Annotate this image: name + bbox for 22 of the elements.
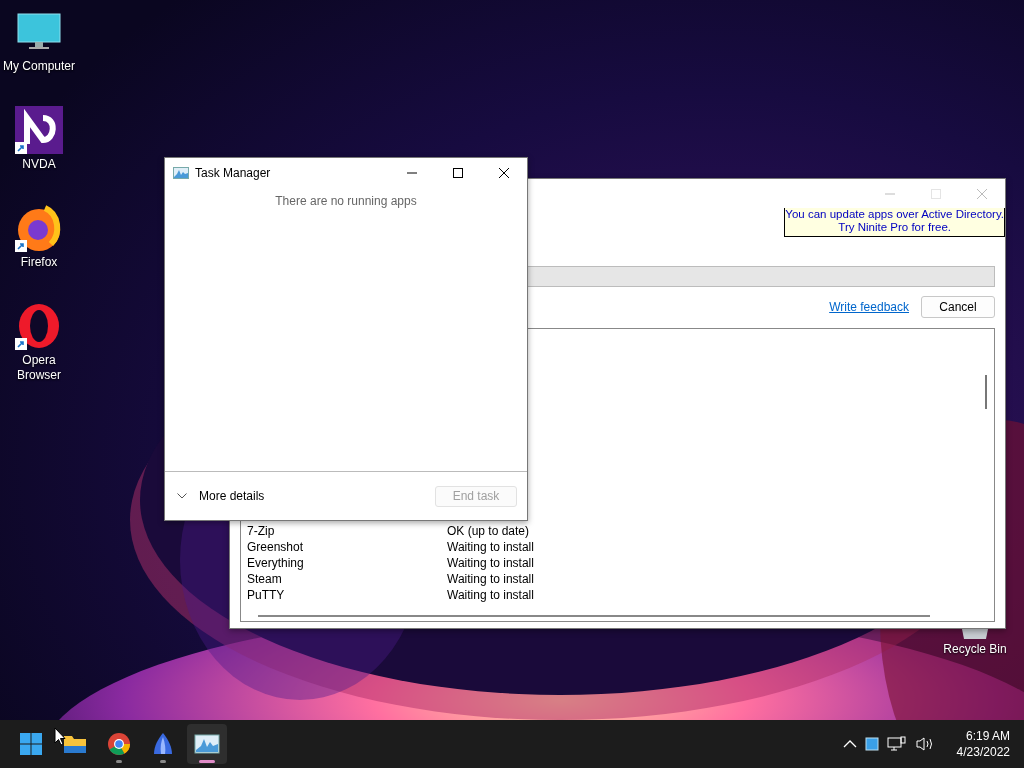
desktop-icon-label[interactable]: My Computer — [3, 59, 75, 74]
desktop-icon-label[interactable]: Recycle Bin — [943, 642, 1007, 657]
app-status: Waiting to install — [447, 572, 534, 586]
cancel-button[interactable]: Cancel — [921, 296, 995, 318]
app-name: PuTTY — [247, 588, 286, 602]
desktop-icon-label[interactable]: Opera Browser — [0, 353, 78, 383]
desktop-icon-label[interactable]: Firefox — [20, 255, 58, 270]
app-name: Greenshot — [247, 540, 305, 554]
app-status: Waiting to install — [447, 588, 534, 602]
desktop-icon-label[interactable]: NVDA — [22, 157, 56, 172]
app-status: Waiting to install — [447, 540, 534, 554]
app-name: Everything — [247, 556, 305, 570]
app-name: 7-Zip — [247, 524, 276, 538]
app-name: Steam — [247, 572, 283, 586]
tooltip: You can update apps over Active Directory. Try Ninite Pro for free. — [784, 208, 1005, 237]
window-title: Task Manager — [195, 166, 272, 180]
app-status: OK (up to date) — [447, 524, 530, 538]
feedback-link[interactable]: Write feedback — [829, 300, 909, 314]
more-details-button[interactable]: More details — [175, 489, 267, 503]
app-status: Waiting to install — [447, 556, 534, 570]
empty-message: There are no running apps — [274, 194, 418, 208]
clock[interactable]: 6:19 AM 4/23/2022 — [956, 728, 1010, 760]
